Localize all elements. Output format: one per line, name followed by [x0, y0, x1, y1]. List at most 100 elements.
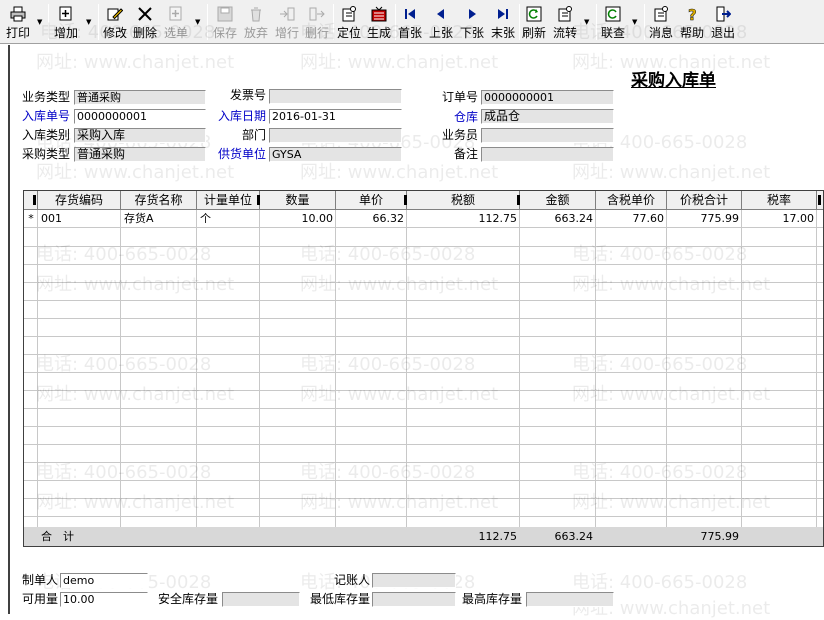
last-button[interactable]: 末张	[489, 2, 517, 42]
print-button[interactable]: 打印	[4, 2, 32, 42]
next-button[interactable]: 下张	[458, 2, 486, 42]
column-header-tax[interactable]: 税额	[407, 191, 520, 209]
column-header-price[interactable]: 单价	[336, 191, 407, 209]
available-field[interactable]: 10.00	[60, 592, 148, 607]
column-resize-handle[interactable]	[33, 195, 36, 205]
column-header-code[interactable]: 存货编码	[38, 191, 121, 209]
link-query-button[interactable]: 联查	[599, 2, 627, 42]
table-row[interactable]	[24, 373, 824, 391]
help-button[interactable]: ? 帮助	[678, 2, 706, 42]
table-row[interactable]	[24, 319, 824, 337]
warehouse-field[interactable]: 成品仓	[481, 109, 614, 124]
first-button[interactable]: 首张	[396, 2, 424, 42]
order-no-field[interactable]: 0000000001	[481, 90, 614, 105]
receipt-category-label: 入库类别	[22, 128, 70, 142]
table-row[interactable]	[24, 301, 824, 319]
business-type-field[interactable]: 普通采购	[74, 90, 206, 105]
divider	[207, 4, 208, 40]
delete-button[interactable]: 删除	[131, 2, 159, 42]
cell-tax[interactable]: 112.75	[407, 210, 520, 227]
table-row[interactable]	[24, 265, 824, 283]
select-order-dropdown-icon[interactable]: ▼	[195, 18, 200, 26]
delete-row-button[interactable]: 删行	[303, 2, 331, 42]
table-row[interactable]	[24, 391, 824, 409]
previous-button[interactable]: 上张	[427, 2, 455, 42]
receipt-no-field[interactable]: 0000000001	[74, 109, 206, 124]
flow-button[interactable]: 流转	[551, 2, 579, 42]
column-header-rate[interactable]: 税率	[742, 191, 817, 209]
cell-name[interactable]: 存货A	[121, 210, 197, 227]
table-row[interactable]	[24, 247, 824, 265]
edit-icon	[107, 6, 123, 22]
column-header-total[interactable]: 价税合计	[667, 191, 742, 209]
department-field[interactable]	[269, 128, 402, 143]
cell-code[interactable]: 001	[38, 210, 121, 227]
add-dropdown-icon[interactable]: ▼	[86, 18, 91, 26]
min-stock-field[interactable]	[372, 592, 456, 607]
select-order-button[interactable]: 选单	[162, 2, 190, 42]
column-header-unit[interactable]: 计量单位	[197, 191, 260, 209]
select-order-icon	[168, 6, 184, 22]
item-grid[interactable]: 存货编码 存货名称 计量单位 数量 单价 税额 金额 含税单价 价税合计 税率 …	[23, 190, 824, 547]
remark-field[interactable]	[481, 147, 614, 162]
first-icon	[402, 6, 418, 22]
printer-icon	[10, 6, 26, 22]
invoice-no-field[interactable]	[269, 89, 402, 104]
column-header-name[interactable]: 存货名称	[121, 191, 197, 209]
table-row[interactable]	[24, 409, 824, 427]
column-resize-handle[interactable]	[257, 195, 260, 205]
cell-unit[interactable]: 个	[197, 210, 260, 227]
locate-button[interactable]: 定位	[335, 2, 363, 42]
column-header-qty[interactable]: 数量	[260, 191, 336, 209]
cell-qty[interactable]: 10.00	[260, 210, 336, 227]
column-resize-handle[interactable]	[404, 195, 407, 205]
bookkeeper-field[interactable]	[372, 573, 456, 588]
cell-price[interactable]: 66.32	[336, 210, 407, 227]
cell-amount[interactable]: 663.24	[520, 210, 596, 227]
cell-rate[interactable]: 17.00	[742, 210, 817, 227]
table-row[interactable]	[24, 427, 824, 445]
column-resize-handle[interactable]	[818, 195, 821, 205]
flow-dropdown-icon[interactable]: ▼	[584, 18, 589, 26]
refresh-button[interactable]: 刷新	[520, 2, 548, 42]
maker-field[interactable]: demo	[60, 573, 148, 588]
table-row[interactable]	[24, 283, 824, 301]
safety-stock-field[interactable]	[222, 592, 300, 607]
table-row[interactable]	[24, 337, 824, 355]
message-button[interactable]: 消息	[647, 2, 675, 42]
edit-button[interactable]: 修改	[101, 2, 129, 42]
column-header-amount[interactable]: 金额	[520, 191, 596, 209]
purchase-type-field[interactable]: 普通采购	[74, 147, 206, 162]
order-no-label: 订单号	[442, 90, 478, 104]
table-row[interactable]	[24, 445, 824, 463]
discard-button[interactable]: 放弃	[242, 2, 270, 42]
table-row[interactable]	[24, 355, 824, 373]
print-dropdown-icon[interactable]: ▼	[37, 18, 42, 26]
table-row[interactable]	[24, 481, 824, 499]
table-row[interactable]: * 001 存货A 个 10.00 66.32 112.75 663.24 77…	[24, 210, 824, 228]
max-stock-field[interactable]	[526, 592, 614, 607]
page-title: 采购入库单	[631, 66, 716, 91]
supplier-field[interactable]: GYSA	[269, 147, 402, 162]
table-row[interactable]	[24, 499, 824, 517]
department-label: 部门	[242, 128, 266, 142]
exit-button[interactable]: 退出	[709, 2, 737, 42]
save-button[interactable]: 保存	[211, 2, 239, 42]
cell-total[interactable]: 775.99	[667, 210, 742, 227]
receipt-category-field[interactable]: 采购入库	[74, 128, 206, 143]
column-resize-handle[interactable]	[517, 195, 520, 205]
link-query-dropdown-icon[interactable]: ▼	[632, 18, 637, 26]
add-row-button[interactable]: 增行	[273, 2, 301, 42]
invoice-no-label: 发票号	[230, 88, 266, 102]
generate-button[interactable]: 生成	[365, 2, 393, 42]
receipt-date-field[interactable]: 2016-01-31	[269, 109, 402, 124]
row-marker: *	[24, 210, 38, 227]
add-icon	[58, 6, 74, 22]
salesperson-field[interactable]	[481, 128, 614, 143]
add-button[interactable]: 增加	[52, 2, 80, 42]
column-header-tax-price[interactable]: 含税单价	[596, 191, 667, 209]
cell-tax-price[interactable]: 77.60	[596, 210, 667, 227]
table-row[interactable]	[24, 463, 824, 481]
table-row[interactable]	[24, 229, 824, 247]
refresh-icon	[526, 6, 542, 22]
